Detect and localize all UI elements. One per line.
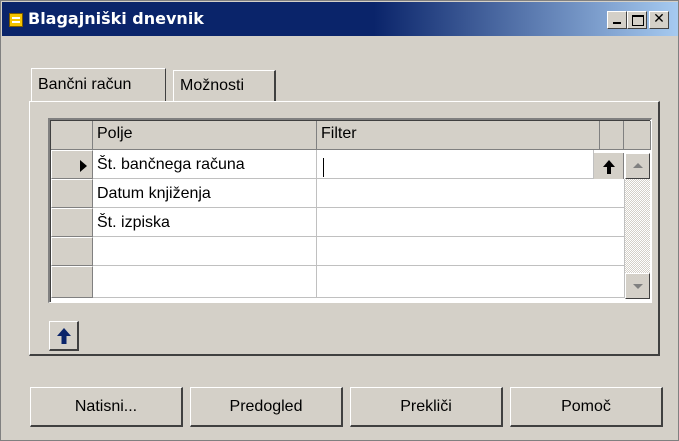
move-up-button[interactable] (49, 321, 79, 351)
tab-options[interactable]: Možnosti (173, 70, 276, 102)
row-selector[interactable] (51, 237, 93, 266)
scroll-down-arrow-icon (633, 284, 643, 289)
column-header-scroll (624, 121, 651, 150)
row-selector[interactable] (51, 266, 93, 298)
up-arrow-icon (603, 160, 615, 174)
blue-up-arrow-icon (57, 328, 71, 344)
vertical-scrollbar[interactable] (625, 153, 650, 299)
preview-button[interactable]: Predogled (190, 387, 343, 427)
field-lookup-button[interactable] (594, 153, 624, 182)
maximize-button[interactable] (627, 11, 647, 29)
scroll-up-button[interactable] (625, 153, 650, 179)
row-selector[interactable] (51, 179, 93, 208)
table-cell-filter-input[interactable] (317, 150, 594, 179)
filter-table: Polje Filter Št. bančnega računa Datum k… (48, 118, 652, 303)
table-cell-field[interactable]: Datum knjiženja (93, 179, 317, 208)
scroll-down-button[interactable] (625, 273, 650, 299)
row-selector[interactable] (51, 208, 93, 237)
scroll-up-arrow-icon (633, 163, 643, 168)
text-cursor (323, 158, 324, 177)
window-title: Blagajniški dnevnik (28, 9, 204, 28)
dialog-window: Blagajniški dnevnik ✕ Bančni račun Možno… (0, 0, 679, 441)
column-header-filter[interactable]: Filter (317, 121, 600, 150)
close-button[interactable]: ✕ (649, 11, 669, 29)
row-selector[interactable] (51, 150, 93, 179)
table-cell-filter[interactable] (317, 179, 625, 208)
column-header-field[interactable]: Polje (93, 121, 317, 150)
table-cell-filter[interactable] (317, 208, 625, 237)
title-bar[interactable]: Blagajniški dnevnik ✕ (2, 2, 678, 36)
tab-bank-account[interactable]: Bančni račun (31, 68, 166, 102)
cancel-button[interactable]: Prekliči (350, 387, 503, 427)
app-icon (9, 13, 23, 27)
table-cell-field[interactable] (93, 237, 317, 266)
table-cell-field[interactable]: Št. izpiska (93, 208, 317, 237)
current-row-arrow-icon (80, 160, 87, 172)
table-cell-filter[interactable] (317, 237, 625, 266)
column-header-blank (600, 121, 624, 150)
print-button[interactable]: Natisni... (30, 387, 183, 427)
help-button[interactable]: Pomoč (510, 387, 663, 427)
minimize-button[interactable] (607, 11, 627, 29)
table-cell-field[interactable]: Št. bančnega računa (93, 150, 317, 179)
table-corner (51, 121, 93, 150)
table-cell-field[interactable] (93, 266, 317, 298)
table-cell-filter[interactable] (317, 266, 625, 298)
